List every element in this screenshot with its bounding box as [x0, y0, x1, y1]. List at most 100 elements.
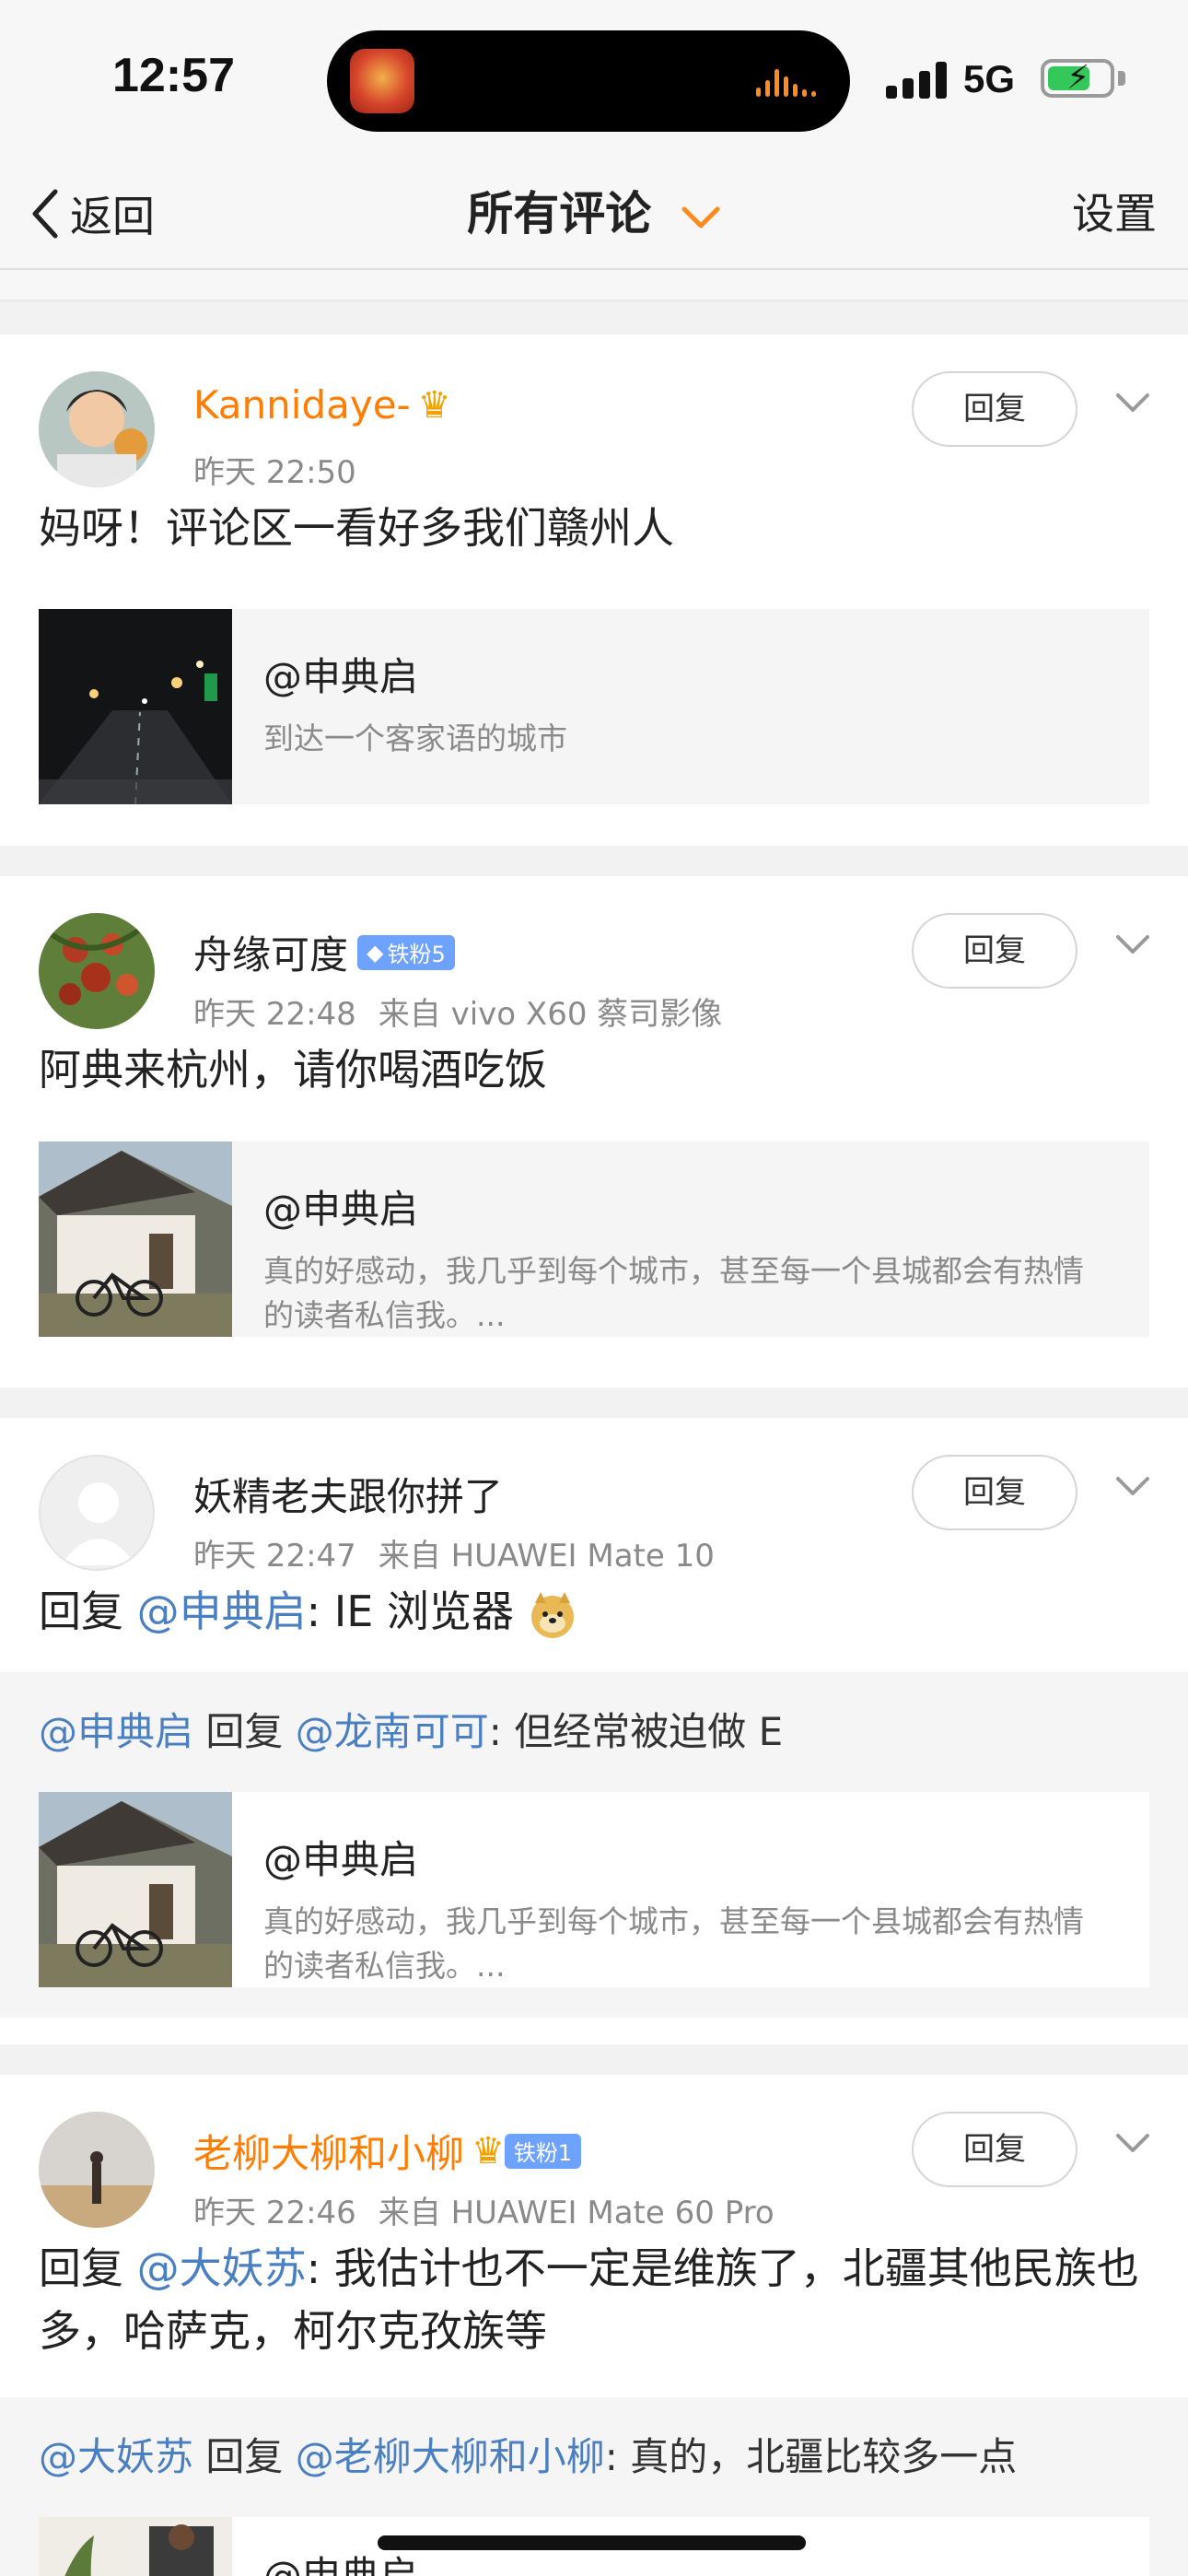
- mention-link[interactable]: @老柳大柳和小柳: [296, 2434, 605, 2479]
- comment-header: 老柳大柳和小柳 ♛ 铁粉1 昨天 22:46 来自 HUAWEI Mate 60 …: [0, 2075, 1188, 2241]
- reply-button[interactable]: 回复: [912, 1455, 1077, 1530]
- nav-bar: 返回 所有评论 设置: [0, 161, 1188, 270]
- separator: [0, 846, 1188, 876]
- comment-time: 昨天 22:46: [193, 2195, 356, 2231]
- quoted-excerpt: 真的好感动，我几乎到每个城市，甚至每一个县城都会有热情的读者私信我。...: [263, 1253, 1084, 1333]
- mention-link[interactable]: @大妖苏: [137, 2243, 307, 2293]
- comment-text: 回复 @申典启: IE 浏览器: [0, 1580, 1188, 1645]
- comment-filter-dropdown[interactable]: 所有评论: [0, 181, 1188, 246]
- quoted-post[interactable]: @申典启 真的好感动，我几乎到每个城市，甚至每一个县城都会有热情的读者私信我。.…: [39, 1142, 1149, 1337]
- comment-source: 来自 HUAWEI Mate 60 Pro: [378, 2195, 775, 2231]
- sub-reply-thread[interactable]: @申典启 回复 @龙南可可: 但经常被迫做 E @申典启 真的好感动，我几乎到每…: [0, 1672, 1188, 2018]
- chevron-down-icon[interactable]: [1114, 933, 1151, 957]
- mention-link[interactable]: @申典启: [137, 1587, 307, 1636]
- separator: [0, 2044, 1188, 2075]
- fan-badge-label: 铁粉5: [387, 942, 446, 967]
- reply-button[interactable]: 回复: [912, 913, 1077, 989]
- username[interactable]: 妖精老夫跟你拼了: [193, 1466, 503, 1522]
- feed-top-gap: [0, 270, 1188, 302]
- audio-wave-icon: [756, 65, 821, 97]
- comment-card[interactable]: 舟缘可度 ◆ 铁粉5 昨天 22:48 来自 vivo X60 蔡司影像 回复 阿…: [0, 876, 1188, 1388]
- reply-button[interactable]: 回复: [912, 371, 1077, 447]
- sub-reply[interactable]: @申典启 回复 @龙南可可: 但经常被迫做 E: [39, 1700, 1149, 1764]
- comment-header: Kannidaye- ♛ 昨天 22:50 回复: [0, 334, 1188, 500]
- comment-header: 舟缘可度 ◆ 铁粉5 昨天 22:48 来自 vivo X60 蔡司影像 回复: [0, 876, 1188, 1042]
- comment-card[interactable]: Kannidaye- ♛ 昨天 22:50 回复 妈呀！评论区一看好多我们赣州人: [0, 334, 1188, 846]
- comment-header: 妖精老夫跟你拼了 昨天 22:47 来自 HUAWEI Mate 10 回复: [0, 1418, 1188, 1584]
- bolt-icon: ⚡: [1066, 59, 1090, 97]
- comment-card[interactable]: 妖精老夫跟你拼了 昨天 22:47 来自 HUAWEI Mate 10 回复 回复…: [0, 1418, 1188, 2044]
- comment-meta: 昨天 22:50: [193, 447, 356, 492]
- reply-verb: 回复: [193, 1709, 296, 1754]
- quoted-excerpt: 真的好感动，我几乎到每个城市，甚至每一个县城都会有热情的读者私信我。...: [263, 1903, 1084, 1984]
- home-indicator[interactable]: [378, 2535, 806, 2550]
- page-title: 所有评论: [467, 187, 652, 240]
- comment-text: 妈呀！评论区一看好多我们赣州人: [39, 503, 674, 553]
- quoted-excerpt: 到达一个客家语的城市: [263, 720, 567, 756]
- post-thumbnail: [39, 1142, 232, 1337]
- status-bar: 12:57 5G ⚡: [0, 0, 1188, 161]
- comment-text: 阿典来杭州，请你喝酒吃饭: [39, 1045, 547, 1095]
- username-text: 妖精老夫跟你拼了: [193, 1474, 504, 1519]
- sub-reply-text: : 但经常被迫做 E: [488, 1709, 784, 1754]
- status-time: 12:57: [112, 49, 235, 102]
- username[interactable]: 老柳大柳和小柳 ♛ 铁粉1: [193, 2123, 582, 2179]
- battery-charging-icon: ⚡: [1041, 59, 1114, 98]
- fan-badge: 铁粉1: [504, 2133, 582, 2169]
- network-label: 5G: [963, 57, 1016, 100]
- reply-verb: 回复: [193, 2434, 296, 2479]
- reply-button[interactable]: 回复: [912, 2112, 1077, 2187]
- sub-reply-text: : 真的，北疆比较多一点: [604, 2434, 1018, 2479]
- comment-body: : IE 浏览器: [306, 1587, 514, 1636]
- sub-reply[interactable]: @大妖苏 回复 @老柳大柳和小柳: 真的，北疆比较多一点: [39, 2425, 1149, 2489]
- mention-link[interactable]: @大妖苏: [39, 2434, 193, 2479]
- username[interactable]: 舟缘可度 ◆ 铁粉5: [193, 924, 455, 980]
- chevron-down-icon: [681, 206, 720, 228]
- username-text: 舟缘可度: [193, 932, 349, 978]
- comment-time: 昨天 22:48: [193, 996, 356, 1033]
- post-thumbnail: [39, 609, 232, 804]
- comment-list[interactable]: Kannidaye- ♛ 昨天 22:50 回复 妈呀！评论区一看好多我们赣州人: [0, 270, 1188, 2576]
- mention-link[interactable]: @龙南可可: [296, 1709, 489, 1754]
- signal-icon: [886, 60, 947, 99]
- quoted-author: @申典启: [263, 654, 419, 699]
- quoted-post[interactable]: @申典启 到达一个客家语的城市: [39, 609, 1149, 804]
- comment-time: 昨天 22:50: [193, 454, 356, 491]
- crown-icon: ♛: [417, 383, 451, 427]
- doge-emoji-icon: [528, 1590, 577, 1640]
- comment-meta: 昨天 22:48 来自 vivo X60 蔡司影像: [193, 989, 722, 1034]
- chevron-down-icon[interactable]: [1114, 2132, 1151, 2156]
- reply-prefix: 回复: [39, 1587, 137, 1636]
- separator: [0, 302, 1188, 334]
- settings-button[interactable]: 设置: [1072, 181, 1157, 246]
- diamond-icon: ◆: [367, 939, 384, 966]
- comment-source: 来自 HUAWEI Mate 10: [378, 1538, 715, 1575]
- quoted-author: @申典启: [263, 1837, 419, 1882]
- separator: [0, 1388, 1188, 1418]
- comment-text: 回复 @大妖苏: 我估计也不一定是维族了，北疆其他民族也多，哈萨克，柯尔克孜族等: [0, 2237, 1188, 2362]
- avatar[interactable]: [39, 2112, 155, 2228]
- username-text: Kannidaye-: [193, 382, 411, 427]
- battery-tip: [1118, 71, 1125, 86]
- mention-link[interactable]: @申典启: [39, 1709, 193, 1754]
- comment-meta: 昨天 22:46 来自 HUAWEI Mate 60 Pro: [193, 2187, 775, 2232]
- comment-meta: 昨天 22:47 来自 HUAWEI Mate 10: [193, 1530, 715, 1575]
- fan-badge-label: 铁粉1: [513, 2140, 573, 2166]
- quoted-post[interactable]: @申典启 真的好感动，我几乎到每个城市，甚至每一个县城都会有热情的读者私信我。.…: [39, 1792, 1149, 1987]
- post-thumbnail: [39, 1792, 232, 1987]
- dynamic-island[interactable]: [327, 30, 850, 132]
- avatar[interactable]: [39, 1455, 155, 1571]
- chevron-down-icon[interactable]: [1114, 392, 1151, 416]
- post-thumbnail: [39, 2517, 232, 2576]
- username-text: 老柳大柳和小柳: [193, 2131, 465, 2176]
- chevron-down-icon[interactable]: [1114, 1475, 1151, 1499]
- comment-source: 来自 vivo X60 蔡司影像: [378, 996, 723, 1033]
- comment-time: 昨天 22:47: [193, 1538, 356, 1575]
- avatar[interactable]: [39, 371, 155, 487]
- avatar[interactable]: [39, 913, 155, 1029]
- username[interactable]: Kannidaye- ♛: [193, 382, 451, 427]
- reply-prefix: 回复: [39, 2243, 137, 2293]
- comment-card[interactable]: 老柳大柳和小柳 ♛ 铁粉1 昨天 22:46 来自 HUAWEI Mate 60 …: [0, 2075, 1188, 2576]
- quoted-author: @申典启: [263, 1187, 419, 1232]
- app-icon[interactable]: [350, 49, 414, 113]
